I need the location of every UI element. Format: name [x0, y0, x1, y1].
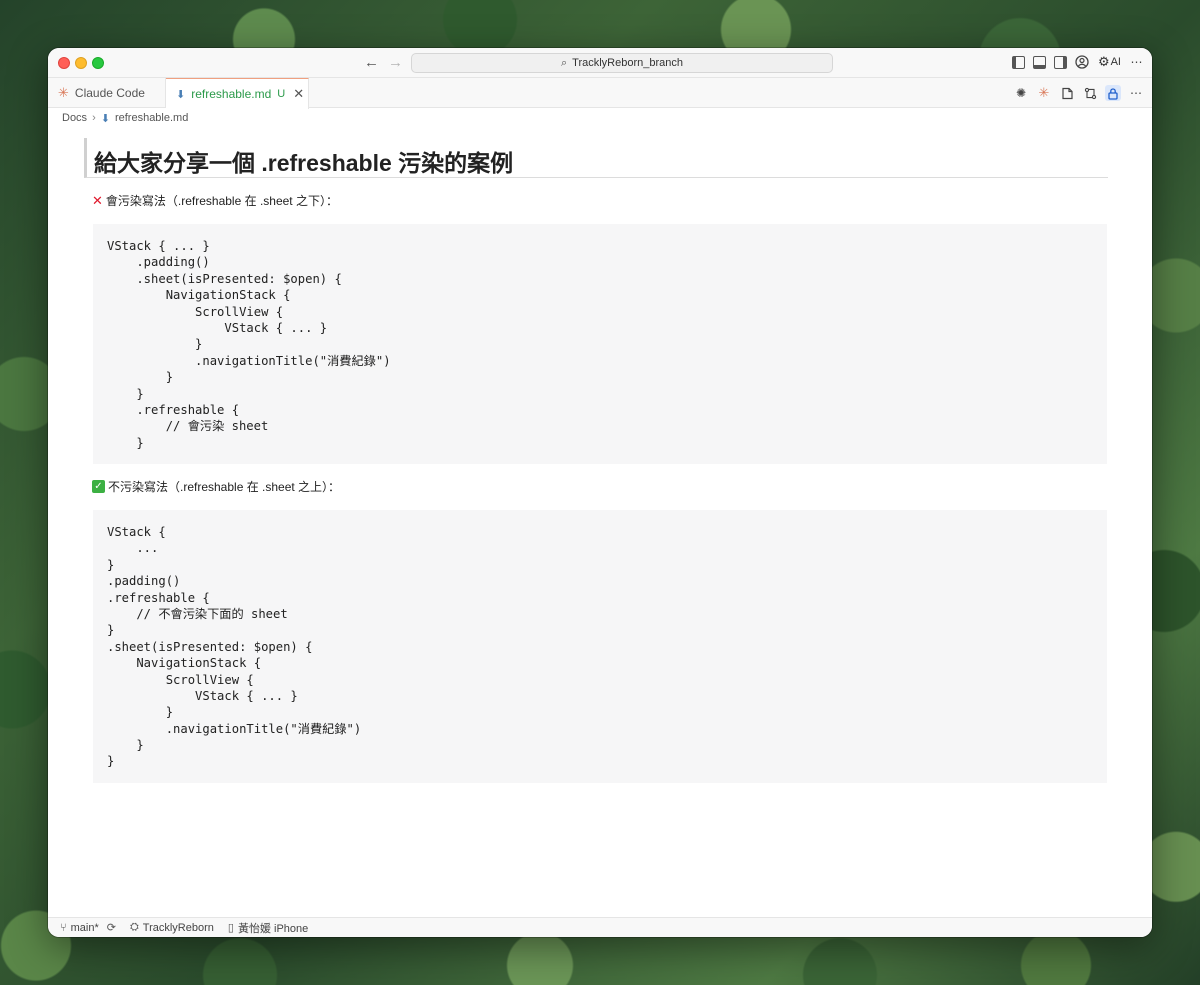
open-preview-icon[interactable]: [1059, 85, 1075, 101]
toggle-secondary-sidebar-icon[interactable]: [1053, 55, 1067, 69]
command-center-search[interactable]: ⌕ TracklyReborn_branch: [411, 53, 833, 73]
editor-actions: ✺ ✳ ⋯: [1013, 85, 1144, 101]
breadcrumb-docs[interactable]: Docs: [62, 112, 87, 124]
code-line: .navigationTitle("消費紀錄"): [107, 721, 362, 736]
code-line: NavigationStack {: [107, 288, 291, 303]
chevron-right-icon: ›: [92, 112, 96, 124]
app-window: ← → ⌕ TracklyReborn_branch ⚙ AI ⋯ ✳ Clau…: [48, 48, 1152, 937]
good-example-label: ✓ 不污染寫法（.refreshable 在 .sheet 之上）：: [92, 478, 340, 495]
code-line: }: [107, 557, 115, 572]
code-line: }: [107, 705, 174, 720]
bad-example-label: ✕ 會污染寫法（.refreshable 在 .sheet 之下）：: [92, 192, 338, 209]
markdown-file-icon: ⬇: [176, 88, 186, 101]
account-icon[interactable]: [1075, 55, 1090, 70]
claude-code-icon[interactable]: ✳: [1036, 85, 1052, 101]
code-line: VStack { ... }: [107, 688, 298, 703]
openai-icon[interactable]: ✺: [1013, 85, 1029, 101]
branch-name: main*: [70, 921, 99, 934]
git-branch-icon: ⑂: [60, 921, 67, 934]
tab-claude-code[interactable]: ✳ Claude Code: [48, 78, 166, 108]
code-line: VStack { ... }: [107, 320, 328, 335]
bad-example-text: 會污染寫法（.refreshable 在 .sheet 之下）：: [105, 194, 338, 208]
git-branch-status[interactable]: ⑂ main* ⟳: [60, 921, 116, 935]
lock-icon[interactable]: [1105, 85, 1121, 101]
code-line: }: [107, 738, 144, 753]
back-arrow-icon[interactable]: ←: [364, 54, 379, 72]
command-center-text: TracklyReborn_branch: [572, 57, 684, 69]
code-line: .navigationTitle("消費紀錄"): [107, 353, 391, 368]
code-line: ScrollView {: [107, 672, 254, 687]
project-icon: ⛭: [129, 921, 139, 933]
project-status[interactable]: ⛭ TracklyReborn: [130, 921, 214, 934]
tab-refreshable-md[interactable]: ⬇ refreshable.md U ✕: [166, 78, 309, 109]
untracked-status-badge: U: [277, 88, 286, 100]
claude-icon: ✳: [58, 85, 69, 100]
code-line: VStack { ... }: [107, 239, 210, 253]
good-example-code-block: VStack { ...} .padding() .refreshable { //…: [93, 510, 1107, 783]
code-line: .sheet(isPresented: $open) {: [107, 639, 313, 654]
code-line: }: [107, 386, 144, 401]
code-line: }: [107, 370, 174, 385]
close-tab-icon[interactable]: ✕: [293, 86, 304, 102]
more-actions-icon[interactable]: ⋯: [1129, 55, 1144, 70]
compare-changes-icon[interactable]: [1082, 85, 1098, 101]
code-line: }: [107, 435, 144, 450]
code-line: }: [107, 337, 203, 352]
toggle-panel-icon[interactable]: [1032, 55, 1046, 69]
status-bar: ⑂ main* ⟳ ⛭ TracklyReborn ▯ 黃怡媛 iPhone: [48, 917, 1152, 937]
gear-icon: ⚙: [1097, 54, 1110, 69]
code-line: }: [107, 754, 115, 769]
close-window-button[interactable]: [58, 57, 70, 69]
code-line: ScrollView {: [107, 304, 284, 319]
check-mark-icon: ✓: [92, 480, 105, 493]
minimize-window-button[interactable]: [75, 57, 87, 69]
search-icon: ⌕: [560, 56, 568, 69]
breadcrumb-file[interactable]: refreshable.md: [115, 112, 188, 124]
toggle-primary-sidebar-icon[interactable]: [1011, 55, 1025, 69]
sync-icon[interactable]: ⟳: [107, 921, 116, 934]
breadcrumb: Docs › ⬇ refreshable.md: [62, 110, 188, 126]
code-line: .sheet(isPresented: $open) {: [107, 271, 342, 286]
code-line: .refreshable {: [107, 402, 240, 417]
more-editor-actions-icon[interactable]: ⋯: [1128, 85, 1144, 101]
project-name: TracklyReborn: [142, 921, 214, 934]
ai-label: AI: [1110, 56, 1121, 68]
bad-example-code-block: VStack { ... } .padding() .sheet(isPrese…: [93, 224, 1107, 464]
markdown-file-icon: ⬇: [100, 112, 110, 125]
document-heading: 給大家分享一個 .refreshable 污染的案例: [84, 138, 1108, 178]
code-line: NavigationStack {: [107, 656, 262, 671]
device-name: 黃怡媛 iPhone: [237, 922, 309, 935]
code-line: // 不會污染下面的 sheet: [107, 606, 288, 621]
layout-controls: ⚙ AI ⋯: [1011, 54, 1144, 70]
maximize-window-button[interactable]: [92, 57, 104, 69]
markdown-preview: 給大家分享一個 .refreshable 污染的案例 ✕ 會污染寫法（.refr…: [48, 128, 1152, 917]
settings-ai-button[interactable]: ⚙ AI: [1098, 54, 1121, 70]
code-line: // 會污染 sheet: [107, 419, 269, 434]
code-line: }: [107, 623, 115, 638]
code-line: .padding(): [107, 574, 181, 589]
phone-icon: ▯: [227, 922, 234, 934]
code-line: .padding(): [107, 255, 210, 270]
cross-mark-icon: ✕: [92, 192, 103, 208]
forward-arrow-icon[interactable]: →: [388, 54, 403, 72]
editor-tab-bar: ✳ Claude Code ⬇ refreshable.md U ✕ ✺ ✳ ⋯: [48, 78, 1152, 109]
code-line: .refreshable {: [107, 590, 210, 605]
code-line: VStack {: [107, 525, 166, 539]
good-example-text: 不污染寫法（.refreshable 在 .sheet 之上）：: [108, 480, 341, 494]
code-line: ...: [107, 541, 159, 556]
tab-label: Claude Code: [74, 86, 145, 100]
tab-label: refreshable.md: [191, 87, 272, 101]
title-bar: ← → ⌕ TracklyReborn_branch ⚙ AI ⋯: [48, 48, 1152, 78]
device-status[interactable]: ▯ 黃怡媛 iPhone: [228, 920, 308, 936]
